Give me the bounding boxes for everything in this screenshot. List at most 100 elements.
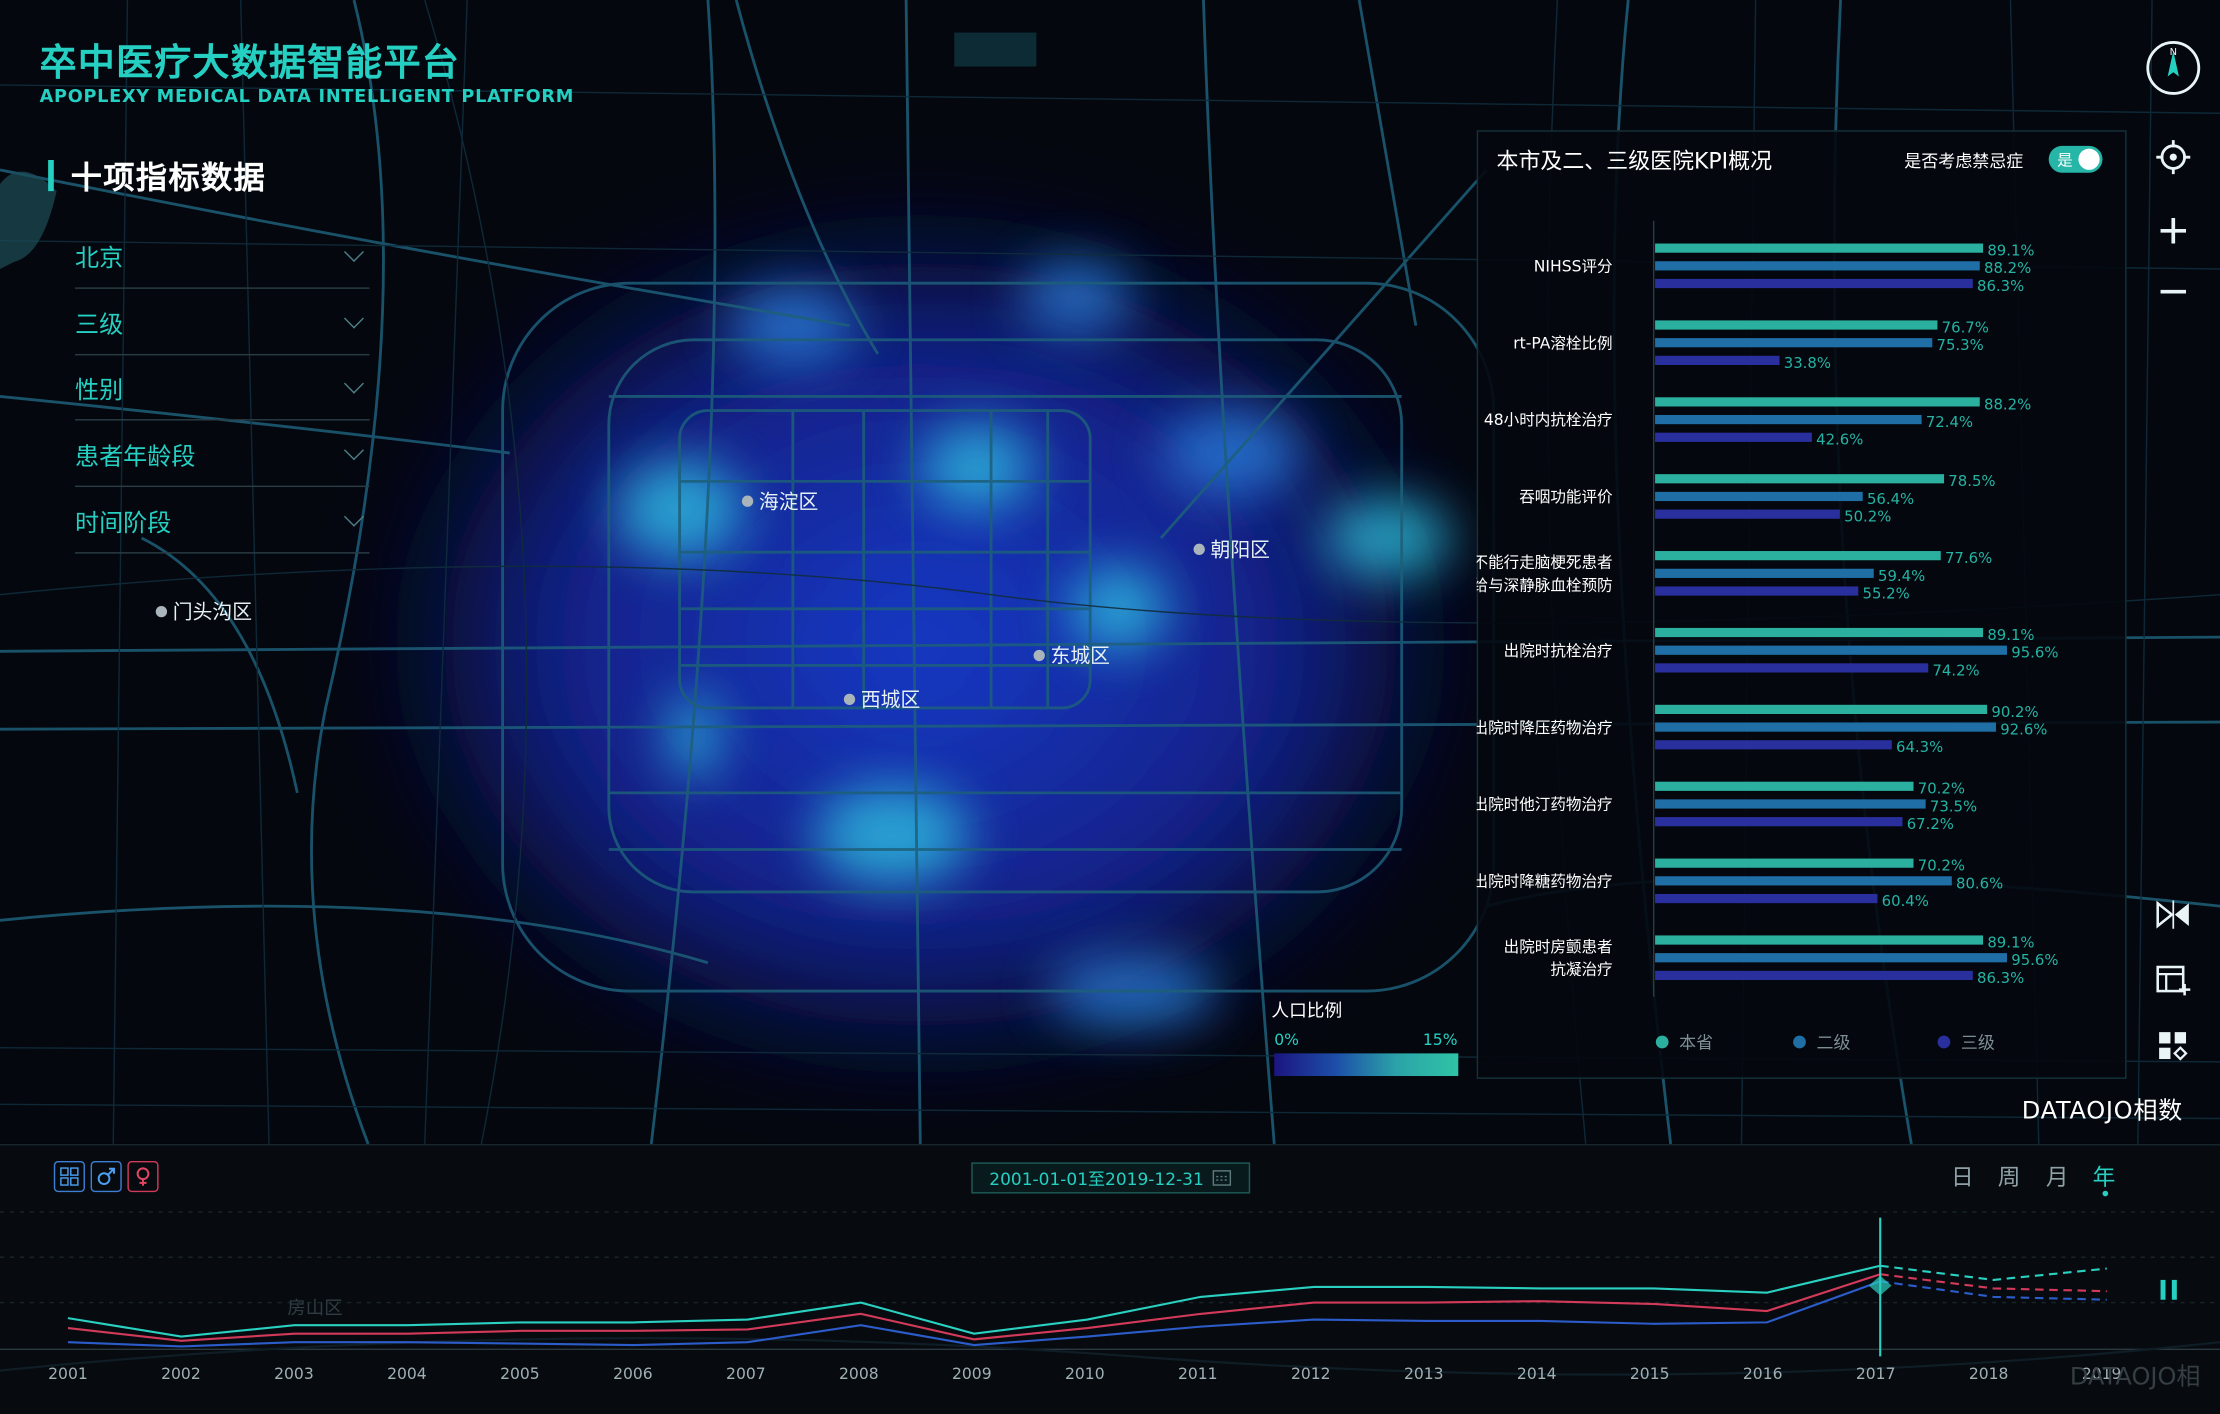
kpi-bar-chart: NIHSS评分89.1%88.2%86.3%rt-PA溶栓比例76.7%75.3… <box>1477 220 2058 1053</box>
kpi-value-label: 89.1% <box>1987 626 2034 644</box>
legend-swatch <box>1937 1035 1951 1049</box>
filter-time-period[interactable]: 时间阶段 <box>75 487 370 554</box>
kpi-value-label: 74.2% <box>1932 661 1979 679</box>
district-dot <box>843 693 856 706</box>
kpi-bar <box>1655 243 1984 253</box>
kpi-value-label: 42.6% <box>1816 431 1863 449</box>
kpi-value-label: 73.5% <box>1930 797 1977 815</box>
kpi-value-label: 70.2% <box>1918 780 1965 798</box>
timeline-year-label: 2003 <box>274 1365 314 1383</box>
legend-color-scale <box>1274 1053 1459 1077</box>
zoom-in-icon[interactable] <box>2158 215 2189 246</box>
timeline-year-label: 2011 <box>1178 1365 1218 1383</box>
district-dot <box>1193 543 1205 556</box>
kpi-value-label: 33.8% <box>1784 354 1831 372</box>
kpi-category-label: 出院时他汀药物治疗 <box>1477 795 1613 814</box>
section-accent-bar <box>48 159 54 192</box>
legend-swatch <box>1793 1035 1806 1049</box>
kpi-value-label: 70.2% <box>1918 857 1965 875</box>
kpi-value-label: 80.6% <box>1956 874 2003 892</box>
district-label-haidian[interactable]: 海淀区 <box>741 487 818 515</box>
kpi-bar <box>1655 935 1984 945</box>
indicator-section-header: 十项指标数据 <box>48 153 266 198</box>
kpi-bar <box>1655 397 1980 407</box>
section-title: 十项指标数据 <box>70 161 267 197</box>
district-dot <box>155 605 168 618</box>
kpi-category-label: 出院时房颤患者 <box>1504 937 1613 956</box>
kpi-bar <box>1655 781 1914 791</box>
district-label-xicheng[interactable]: 西城区 <box>843 685 920 713</box>
kpi-value-label: 59.4% <box>1878 567 1925 585</box>
chevron-down-icon <box>343 373 364 394</box>
district-label-dongcheng[interactable]: 东城区 <box>1033 641 1110 669</box>
kpi-bar <box>1655 970 1973 981</box>
timeline-year-label: 2018 <box>1969 1365 2009 1383</box>
kpi-value-label: 76.7% <box>1942 318 1989 336</box>
kpi-bar <box>1655 474 1945 484</box>
filter-hospital-level[interactable]: 三级 <box>75 289 370 356</box>
filter-region[interactable]: 北京 <box>75 222 370 289</box>
legend-label: 三级 <box>1961 1033 1995 1053</box>
layout-grid-icon[interactable] <box>2156 1029 2190 1063</box>
kpi-bar <box>1655 704 1988 714</box>
kpi-value-label: 67.2% <box>1907 815 1954 833</box>
kpi-value-label: 78.5% <box>1948 472 1995 490</box>
district-dot <box>1033 649 1045 662</box>
kpi-value-label: 75.3% <box>1937 336 1984 354</box>
kpi-value-label: 55.2% <box>1863 584 1910 602</box>
chevron-down-icon <box>343 506 364 527</box>
legend-label: 二级 <box>1816 1033 1850 1053</box>
filter-label: 三级 <box>75 310 124 340</box>
filter-label: 时间阶段 <box>75 508 172 538</box>
timeline-map-district-label: 房山区 <box>287 1298 342 1319</box>
kpi-value-label: 95.6% <box>2011 951 2058 969</box>
table-add-icon[interactable] <box>2155 963 2192 997</box>
kpi-value-label: 95.6% <box>2011 644 2058 662</box>
kpi-value-label: 60.4% <box>1882 892 1929 910</box>
filter-gender[interactable]: 性别 <box>75 354 370 421</box>
brand-logo: DATAOJO相数 <box>2021 1097 2183 1126</box>
timeline-year-label: 2016 <box>1743 1365 1783 1383</box>
kpi-bar <box>1655 338 1933 348</box>
kpi-category-label: 出院时降糖药物治疗 <box>1477 872 1613 891</box>
timeline-year-label: 2004 <box>387 1365 427 1383</box>
kpi-bar <box>1655 261 1980 271</box>
compass-icon[interactable]: N <box>2144 38 2203 97</box>
kpi-bar <box>1655 645 2008 655</box>
kpi-value-label: 88.2% <box>1984 259 2031 277</box>
chevron-down-icon <box>343 440 364 461</box>
legend-max-label: 15% <box>1422 1030 1458 1050</box>
kpi-value-label: 86.3% <box>1977 969 2024 987</box>
timeline-chart[interactable]: 房山区 2001 2002 2003 2004 2005 2006 2007 2008 2009 2… <box>0 1144 2220 1414</box>
kpi-value-label: 92.6% <box>2000 721 2047 739</box>
brand-watermark: DATAOJO相 <box>2070 1363 2201 1391</box>
locate-icon[interactable] <box>2155 139 2192 176</box>
kpi-category-label: rt-PA溶栓比例 <box>1513 334 1612 352</box>
kpi-bar <box>1655 586 1859 596</box>
district-label-mentougou[interactable]: 门头沟区 <box>155 597 252 625</box>
legend-title: 人口比例 <box>1271 999 1343 1021</box>
kpi-bar <box>1655 799 1926 809</box>
timeline-year-label: 2017 <box>1856 1365 1896 1383</box>
filter-age-group[interactable]: 患者年龄段 <box>75 420 370 488</box>
kpi-bar <box>1655 627 1984 638</box>
kpi-bar <box>1655 817 1903 827</box>
filter-label: 患者年龄段 <box>75 442 196 471</box>
kpi-bar <box>1655 740 1892 750</box>
kpi-category-label: 给与深静脉血栓预防 <box>1477 576 1613 594</box>
kpi-bar <box>1655 414 1922 425</box>
timeline-year-label: 2009 <box>952 1365 992 1383</box>
compare-icon[interactable] <box>2153 898 2193 932</box>
timeline-forecast-line <box>1880 1280 2107 1301</box>
timeline-cursor-handle <box>1868 1275 1892 1296</box>
kpi-value-label: 77.6% <box>1945 549 1992 567</box>
zoom-out-icon[interactable] <box>2158 276 2189 307</box>
kpi-value-label: 64.3% <box>1896 738 1943 756</box>
kpi-category-label: 出院时抗栓治疗 <box>1504 641 1613 660</box>
district-label-chaoyang[interactable]: 朝阳区 <box>1193 535 1270 563</box>
kpi-value-label: 86.3% <box>1977 277 2024 295</box>
timeline-year-label: 2012 <box>1291 1365 1331 1383</box>
kpi-value-label: 89.1% <box>1987 933 2034 951</box>
kpi-value-label: 89.1% <box>1987 242 2034 260</box>
timeline-year-label: 2010 <box>1065 1365 1105 1383</box>
